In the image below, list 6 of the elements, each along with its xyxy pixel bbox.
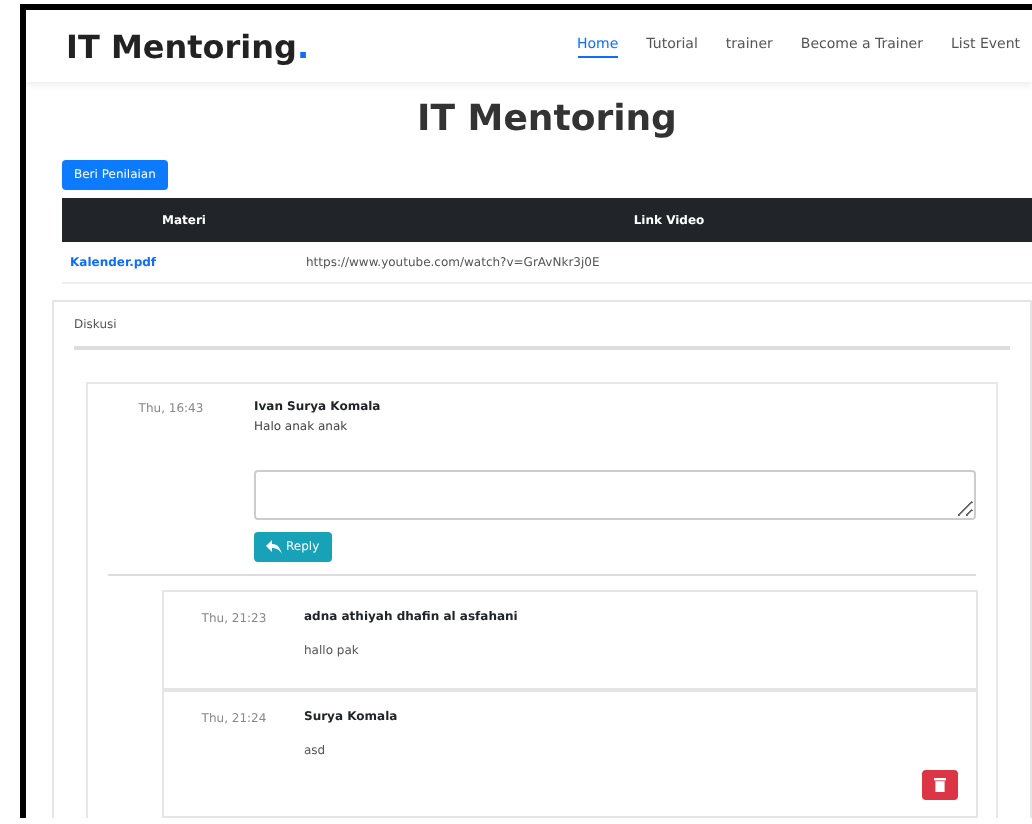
delete-button[interactable]: [922, 770, 958, 800]
reply-field[interactable]: [254, 470, 976, 520]
page-title: IT Mentoring: [415, 98, 679, 140]
brand-logo[interactable]: IT Mentoring.: [66, 27, 310, 65]
trash-icon: [934, 778, 946, 792]
reply-icon: [266, 540, 282, 554]
